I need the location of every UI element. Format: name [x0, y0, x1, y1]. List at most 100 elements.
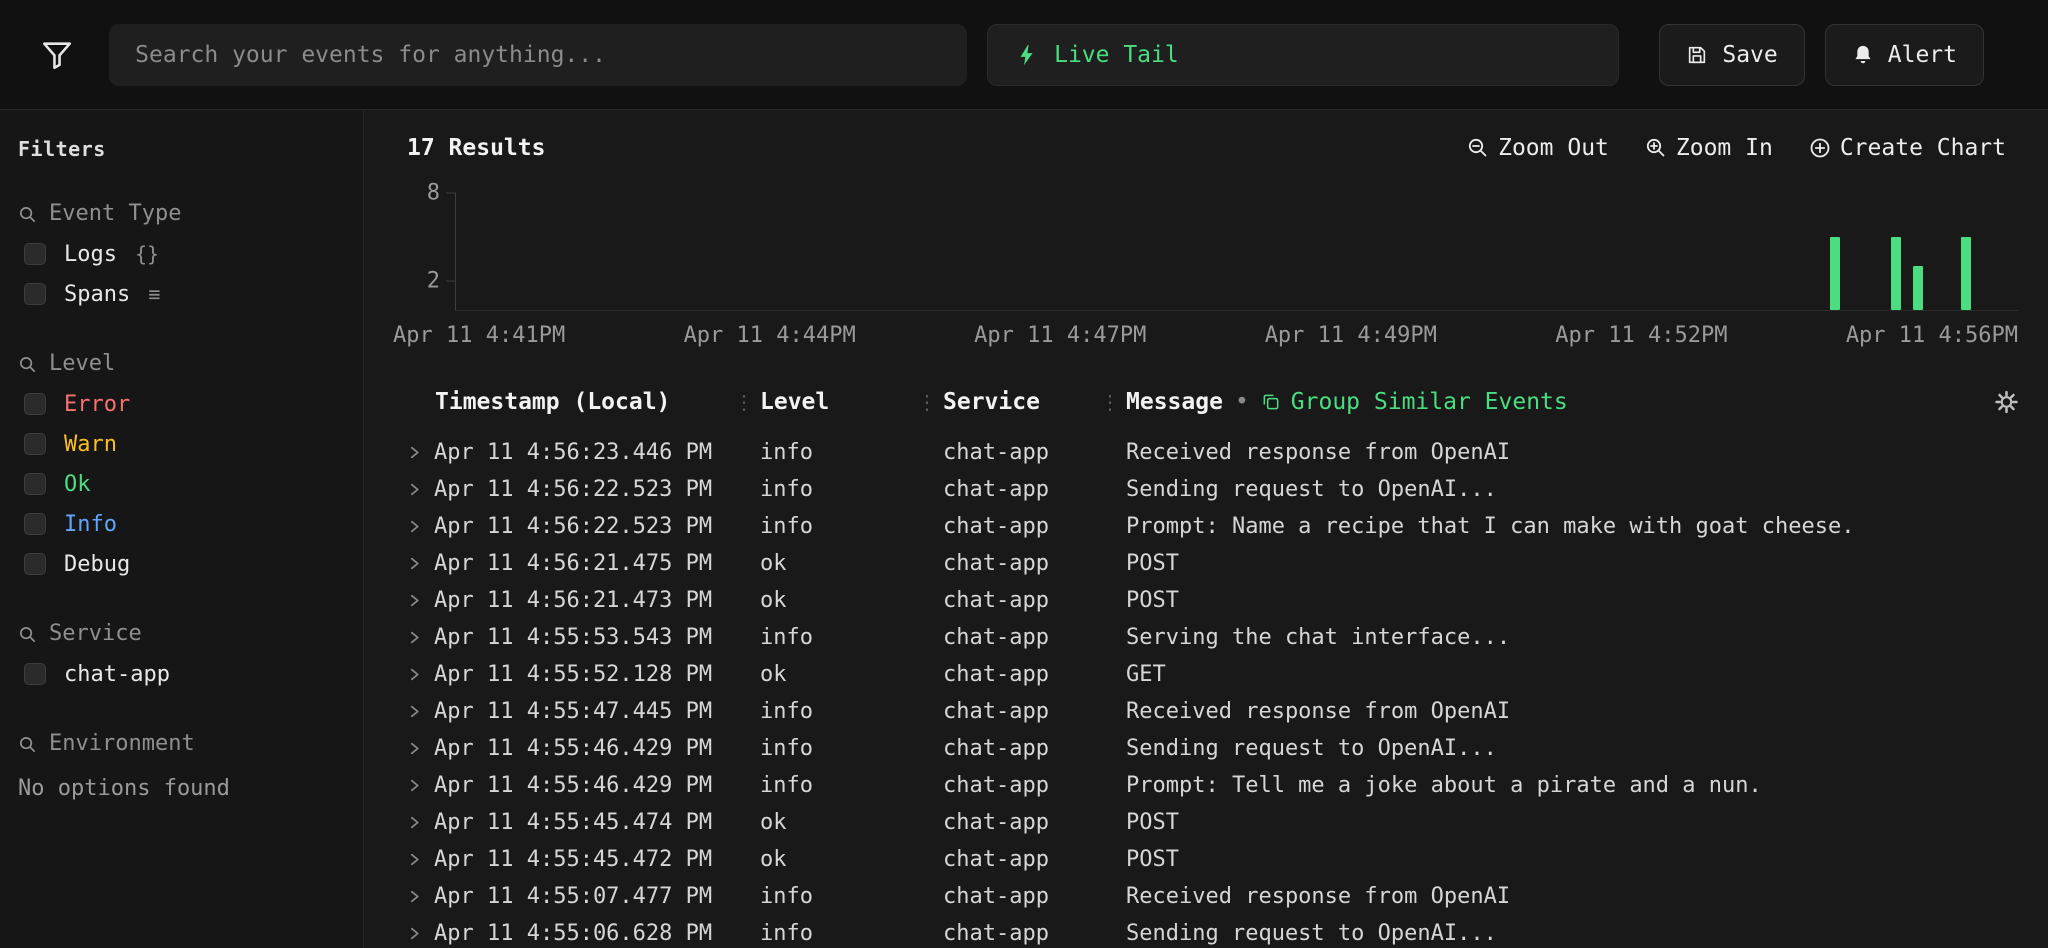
group-copy-icon: [1261, 392, 1281, 412]
row-expand-chevron-icon[interactable]: [407, 926, 422, 941]
row-service: chat-app: [923, 810, 1106, 835]
column-separator[interactable]: ⋮: [1100, 390, 1120, 414]
table-row[interactable]: Apr 11 4:56:21.473 PMokchat-appPOST: [365, 582, 2048, 619]
row-level: ok: [740, 662, 923, 687]
column-header-timestamp[interactable]: Timestamp (Local): [407, 389, 740, 415]
filter-option-warn[interactable]: Warn: [18, 426, 345, 462]
filter-option-suffix-icon: ≡: [148, 282, 160, 306]
row-service: chat-app: [923, 588, 1106, 613]
filter-group-environment: Environment No options found: [18, 730, 345, 801]
message-header-label[interactable]: Message: [1126, 389, 1223, 415]
column-header-service[interactable]: ⋮ Service: [923, 389, 1106, 415]
filter-funnel-button[interactable]: [34, 32, 79, 78]
filter-option-chat-app[interactable]: chat-app: [18, 656, 345, 692]
filter-group-header[interactable]: Service: [18, 620, 345, 648]
row-expand-chevron-icon[interactable]: [407, 519, 422, 534]
filter-option-error[interactable]: Error: [18, 386, 345, 422]
table-row[interactable]: Apr 11 4:56:21.475 PMokchat-appPOST: [365, 545, 2048, 582]
row-level: info: [740, 440, 923, 465]
table-row[interactable]: Apr 11 4:55:45.472 PMokchat-appPOST: [365, 841, 2048, 878]
checkbox[interactable]: [24, 473, 46, 495]
table-row[interactable]: Apr 11 4:56:22.523 PMinfochat-appPrompt:…: [365, 508, 2048, 545]
search-icon: [18, 625, 37, 644]
lightning-icon: [1016, 44, 1038, 66]
chart-x-axis-labels: Apr 11 4:41PMApr 11 4:44PMApr 11 4:47PMA…: [393, 323, 2018, 348]
chart-y-tick-label: 2: [427, 268, 440, 293]
table-row[interactable]: Apr 11 4:55:52.128 PMokchat-appGET: [365, 656, 2048, 693]
checkbox[interactable]: [24, 663, 46, 685]
row-expand-chevron-icon[interactable]: [407, 593, 422, 608]
chart-x-tick-label: Apr 11 4:49PM: [1265, 323, 1437, 348]
row-service: chat-app: [923, 477, 1106, 502]
table-row[interactable]: Apr 11 4:55:46.429 PMinfochat-appSending…: [365, 730, 2048, 767]
filter-option-info[interactable]: Info: [18, 506, 345, 542]
checkbox[interactable]: [24, 243, 46, 265]
alert-button[interactable]: Alert: [1825, 24, 1984, 86]
zoom-out-button[interactable]: Zoom Out: [1467, 135, 1609, 161]
gear-icon: [1995, 391, 2018, 414]
column-separator[interactable]: ⋮: [734, 390, 754, 414]
filter-option-debug[interactable]: Debug: [18, 546, 345, 582]
chart-bar[interactable]: [1961, 237, 1971, 310]
checkbox[interactable]: [24, 283, 46, 305]
row-expand-chevron-icon[interactable]: [407, 852, 422, 867]
table-settings-button[interactable]: [1995, 391, 2018, 414]
table-row[interactable]: Apr 11 4:56:23.446 PMinfochat-appReceive…: [365, 434, 2048, 471]
row-expand-chevron-icon[interactable]: [407, 704, 422, 719]
filter-group-header[interactable]: Environment: [18, 730, 345, 758]
checkbox[interactable]: [24, 393, 46, 415]
table-row[interactable]: Apr 11 4:55:07.477 PMinfochat-appReceive…: [365, 878, 2048, 915]
table-row[interactable]: Apr 11 4:56:22.523 PMinfochat-appSending…: [365, 471, 2048, 508]
filter-option-logs[interactable]: Logs{}: [18, 236, 345, 272]
table-row[interactable]: Apr 11 4:55:47.445 PMinfochat-appReceive…: [365, 693, 2048, 730]
table-row[interactable]: Apr 11 4:55:45.474 PMokchat-appPOST: [365, 804, 2048, 841]
checkbox[interactable]: [24, 513, 46, 535]
table-row[interactable]: Apr 11 4:55:46.429 PMinfochat-appPrompt:…: [365, 767, 2048, 804]
row-expand-chevron-icon[interactable]: [407, 778, 422, 793]
chart-bar[interactable]: [1913, 266, 1923, 310]
create-chart-label: Create Chart: [1840, 135, 2006, 161]
table-row[interactable]: Apr 11 4:55:53.543 PMinfochat-appServing…: [365, 619, 2048, 656]
filter-option-label: Info: [64, 512, 117, 537]
filter-option-label: Ok: [64, 472, 91, 497]
plus-circle-icon: [1809, 137, 1831, 159]
row-message: Sending request to OpenAI...: [1106, 477, 2028, 502]
row-expand-chevron-icon[interactable]: [407, 667, 422, 682]
filters-sidebar: Filters Event Type Logs{}Spans≡ Level Er…: [0, 110, 364, 948]
checkbox[interactable]: [24, 553, 46, 575]
row-expand-chevron-icon[interactable]: [407, 556, 422, 571]
create-chart-button[interactable]: Create Chart: [1809, 135, 2006, 161]
row-timestamp: Apr 11 4:55:06.628 PM: [434, 921, 712, 946]
row-timestamp: Apr 11 4:55:07.477 PM: [434, 884, 712, 909]
row-level: info: [740, 514, 923, 539]
row-message: POST: [1106, 847, 2028, 872]
row-expand-chevron-icon[interactable]: [407, 445, 422, 460]
row-timestamp: Apr 11 4:55:45.474 PM: [434, 810, 712, 835]
chart-bar[interactable]: [1891, 237, 1901, 310]
chart-bar[interactable]: [1830, 237, 1840, 310]
checkbox[interactable]: [24, 433, 46, 455]
group-similar-events-button[interactable]: Group Similar Events: [1261, 389, 1568, 415]
filter-option-ok[interactable]: Ok: [18, 466, 345, 502]
column-separator[interactable]: ⋮: [917, 390, 937, 414]
live-tail-button[interactable]: Live Tail: [987, 24, 1619, 86]
filter-group-header[interactable]: Level: [18, 350, 345, 378]
row-message: Prompt: Tell me a joke about a pirate an…: [1106, 773, 2028, 798]
filter-option-label: Spans: [64, 282, 130, 307]
row-expand-chevron-icon[interactable]: [407, 482, 422, 497]
zoom-in-button[interactable]: Zoom In: [1645, 135, 1773, 161]
filter-option-label: Warn: [64, 432, 117, 457]
filter-option-spans[interactable]: Spans ≡: [18, 276, 345, 312]
column-header-level[interactable]: ⋮ Level: [740, 389, 923, 415]
row-expand-chevron-icon[interactable]: [407, 815, 422, 830]
row-timestamp: Apr 11 4:56:22.523 PM: [434, 514, 712, 539]
save-button[interactable]: Save: [1659, 24, 1804, 86]
table-row[interactable]: Apr 11 4:55:06.628 PMinfochat-appSending…: [365, 915, 2048, 948]
search-input[interactable]: [109, 24, 967, 86]
row-expand-chevron-icon[interactable]: [407, 889, 422, 904]
filter-group-header[interactable]: Event Type: [18, 200, 345, 228]
row-timestamp: Apr 11 4:56:23.446 PM: [434, 440, 712, 465]
row-expand-chevron-icon[interactable]: [407, 741, 422, 756]
filter-option-label: Logs: [64, 242, 117, 267]
row-expand-chevron-icon[interactable]: [407, 630, 422, 645]
